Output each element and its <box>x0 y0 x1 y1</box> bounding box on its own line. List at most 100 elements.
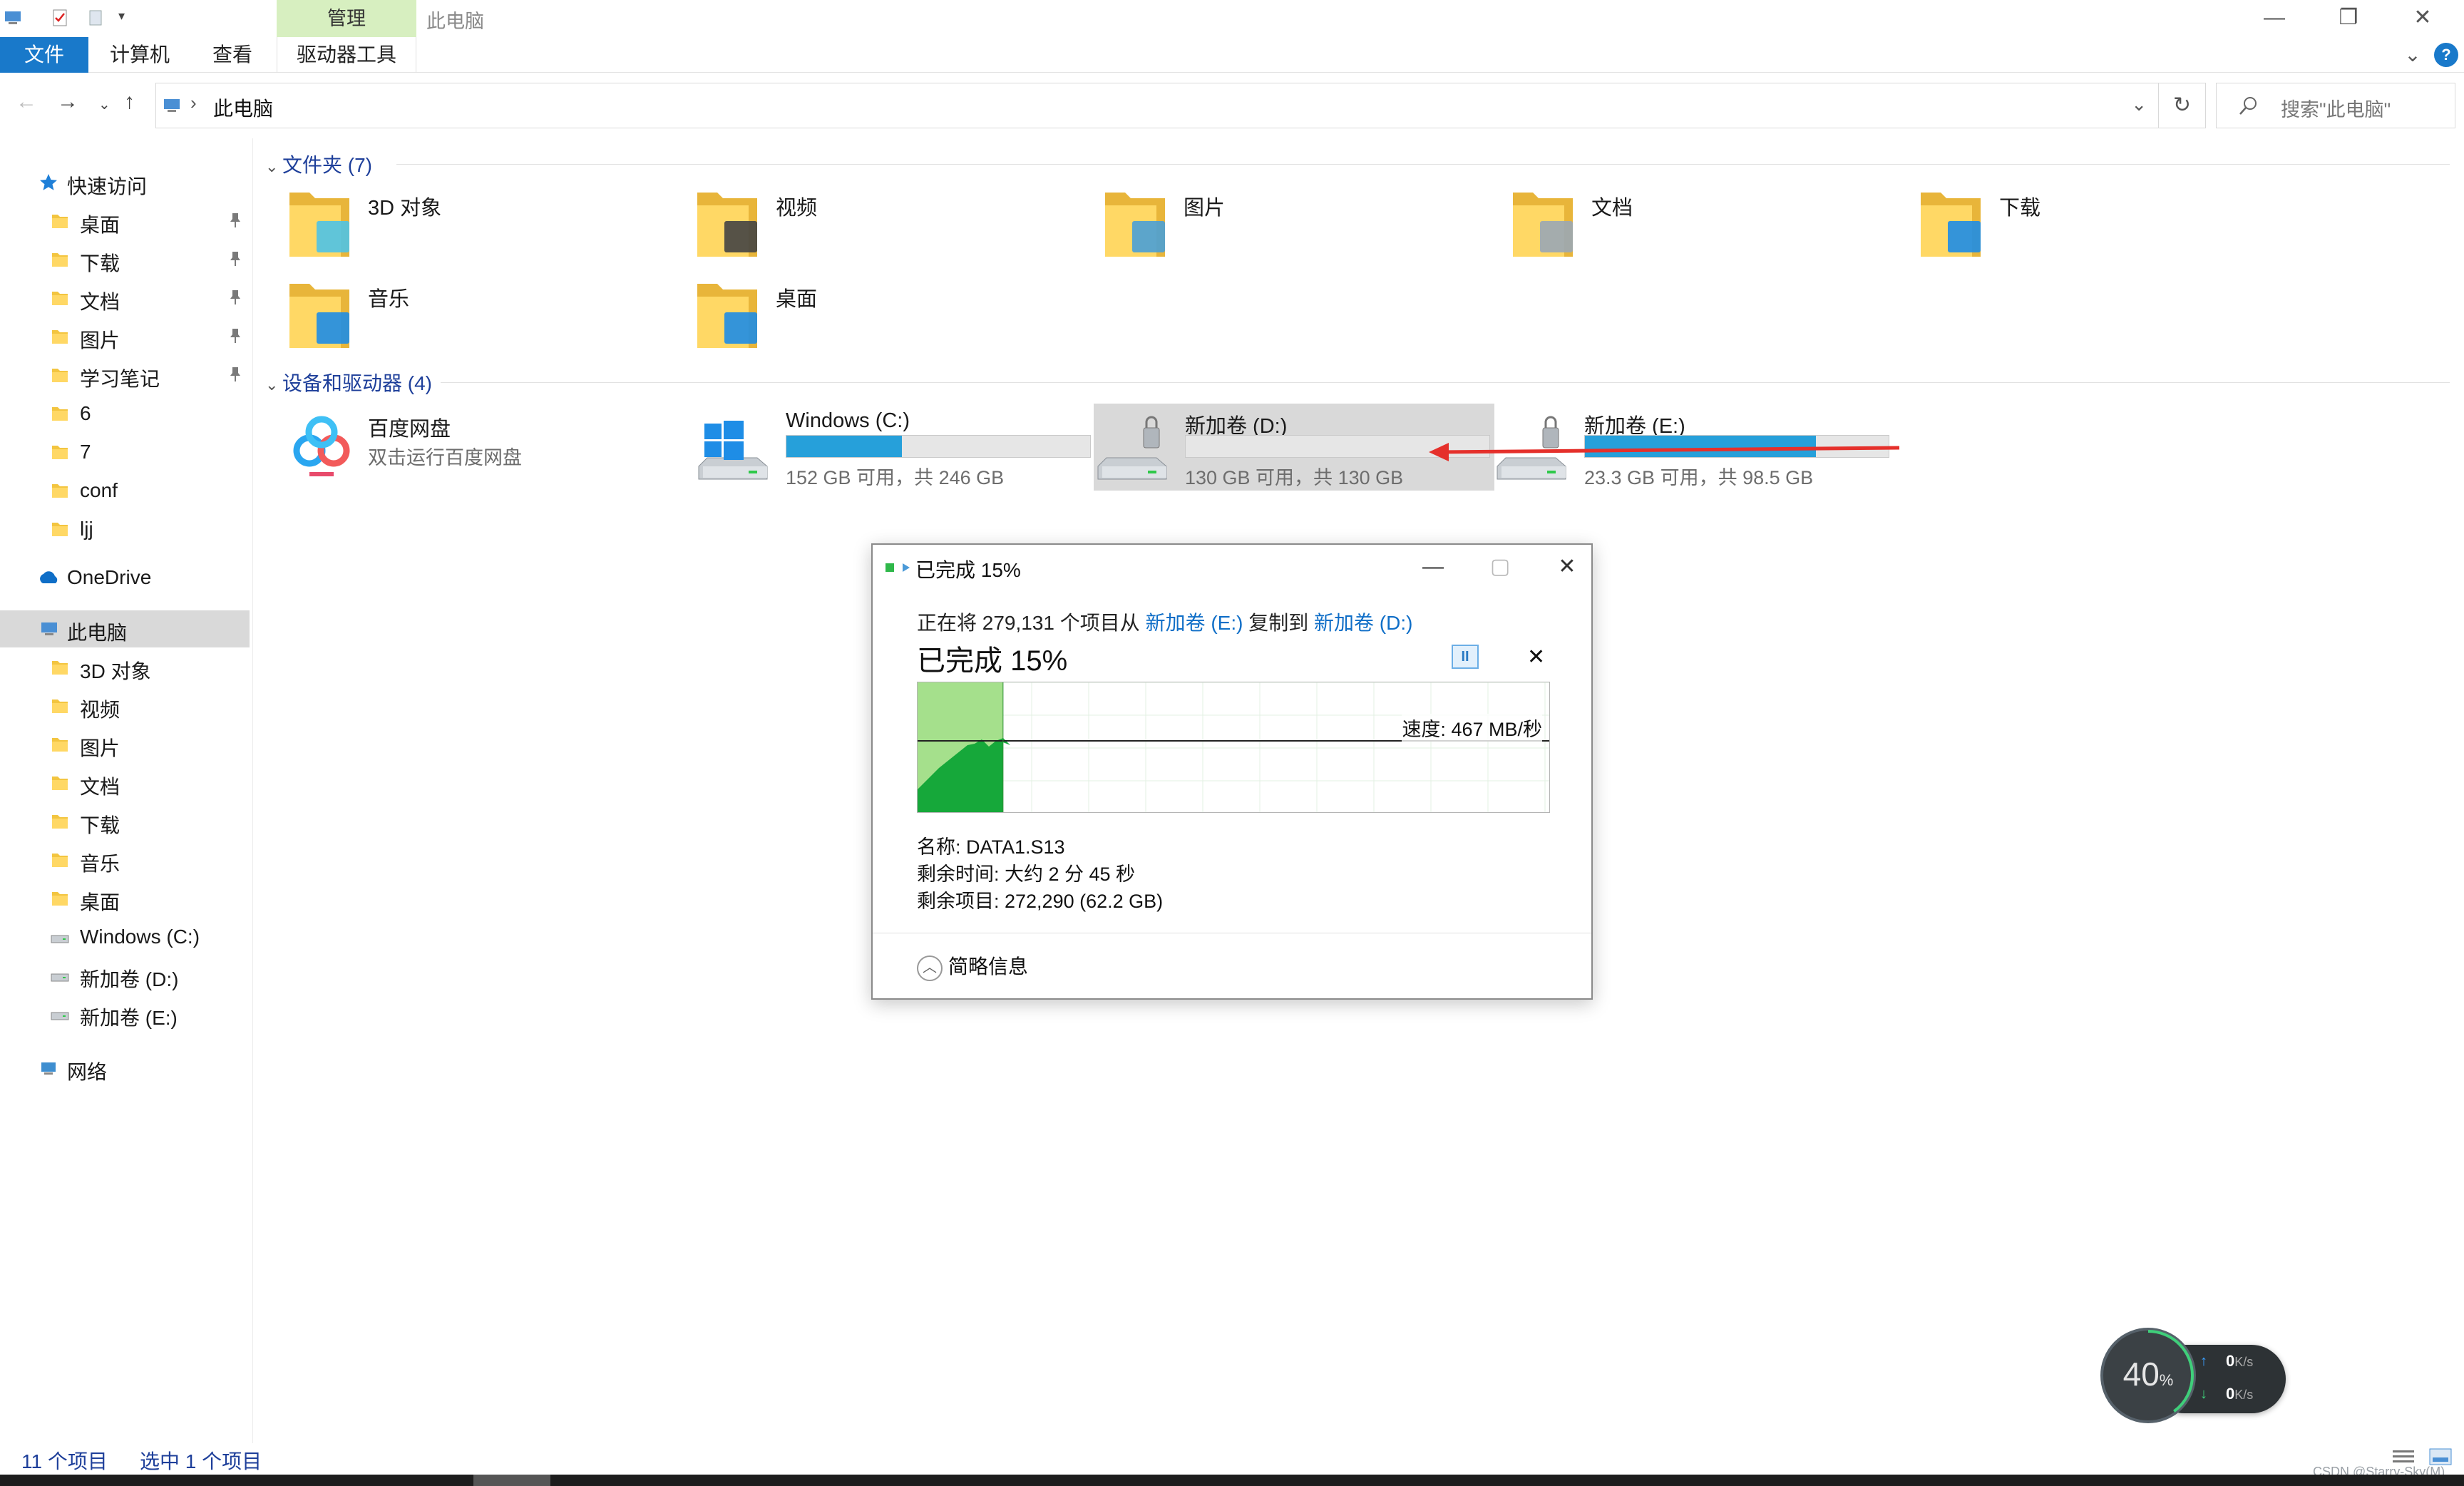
sidebar-item-pc-8[interactable]: 新加卷 (D:) <box>0 957 250 994</box>
folders-group-header[interactable]: ⌄ 文件夹 (7) <box>265 150 372 178</box>
folder-icon <box>52 815 68 829</box>
baidu-netdisk-tile[interactable]: 百度网盘 双击运行百度网盘 <box>278 406 677 492</box>
forward-icon[interactable]: → <box>57 90 78 114</box>
network-monitor-widget[interactable]: 40% ↑ ↓ 0K/s 0K/s <box>2100 1328 2289 1425</box>
folder-icon <box>1513 193 1573 257</box>
folder-icon <box>52 661 68 675</box>
drive-icon <box>1097 416 1167 480</box>
sidebar-item-pc-0[interactable]: 3D 对象 <box>0 649 250 686</box>
pin-icon[interactable] <box>228 327 242 345</box>
properties-icon[interactable] <box>50 7 71 29</box>
tab-file[interactable]: 文件 <box>0 37 88 73</box>
qat-dropdown-icon[interactable]: ▾ <box>118 9 125 24</box>
tab-computer[interactable]: 计算机 <box>103 37 177 73</box>
sidebar-item-pc-2[interactable]: 图片 <box>0 726 250 763</box>
details-view-icon[interactable] <box>2391 1447 2416 1466</box>
folder-icon <box>52 854 68 867</box>
tab-drive-tools[interactable]: 驱动器工具 <box>277 37 416 73</box>
folder-icon <box>289 284 349 348</box>
drive-c-tile[interactable]: Windows (C:) 152 GB 可用，共 246 GB <box>694 404 1095 491</box>
drive-icon <box>51 973 69 982</box>
sidebar-item-pc-3[interactable]: 文档 <box>0 764 250 801</box>
sidebar-item-pc-1[interactable]: 视频 <box>0 687 250 724</box>
sidebar-item-pc-4[interactable]: 下载 <box>0 803 250 840</box>
large-icons-view-icon[interactable] <box>2428 1447 2453 1466</box>
devices-group-header[interactable]: ⌄ 设备和驱动器 (4) <box>265 368 432 396</box>
pin-icon[interactable] <box>228 211 242 230</box>
address-bar[interactable]: › 此电脑 ⌄ <box>155 83 2159 128</box>
sidebar-item-pc-9[interactable]: 新加卷 (E:) <box>0 995 250 1032</box>
title-bar: ▾ 管理 此电脑 — ❐ ✕ <box>0 0 2464 37</box>
sidebar-item-network[interactable]: 网络 <box>0 1050 250 1087</box>
cloud-icon <box>40 571 58 583</box>
tab-view[interactable]: 查看 <box>202 37 262 73</box>
pin-icon[interactable] <box>228 288 242 307</box>
folder-icon <box>52 253 68 267</box>
up-icon[interactable]: ↑ <box>124 90 135 114</box>
network-icon <box>41 1062 56 1075</box>
download-arrow-icon: ↓ <box>2200 1386 2207 1402</box>
close-button[interactable]: ✕ <box>2386 0 2460 37</box>
search-input[interactable]: 搜索"此电脑" <box>2216 83 2455 128</box>
ribbon-collapse-icon[interactable]: ⌄ <box>2398 37 2427 73</box>
refresh-button[interactable]: ↻ <box>2159 83 2206 128</box>
folder-tile-4[interactable]: 下载 <box>1909 185 2309 271</box>
drive-usage-fill <box>786 436 902 457</box>
sidebar-item-quick-3[interactable]: 图片 <box>0 318 250 355</box>
baidu-netdisk-icon <box>293 416 350 476</box>
breadcrumb[interactable]: 此电脑 <box>213 93 273 122</box>
help-icon[interactable]: ? <box>2434 43 2458 67</box>
dialog-title: 已完成 15% <box>915 559 1021 581</box>
dialog-close-button[interactable]: ✕ <box>1546 549 1588 585</box>
destination-link[interactable]: 新加卷 (D:) <box>1314 612 1412 634</box>
search-placeholder: 搜索"此电脑" <box>2281 99 2391 121</box>
source-link[interactable]: 新加卷 (E:) <box>1146 612 1243 634</box>
folder-tile-5[interactable]: 音乐 <box>278 277 677 362</box>
folder-tile-2[interactable]: 图片 <box>1094 185 1493 271</box>
minimize-button[interactable]: — <box>2237 0 2311 37</box>
context-tab-manage[interactable]: 管理 <box>277 0 416 37</box>
folder-tile-1[interactable]: 视频 <box>686 185 1085 271</box>
sidebar-item-quick-access[interactable]: 快速访问 <box>0 164 250 201</box>
dialog-maximize-button: ▢ <box>1489 555 1511 578</box>
folder-tile-3[interactable]: 文档 <box>1502 185 1901 271</box>
folder-icon <box>52 892 68 906</box>
sidebar-item-quick-0[interactable]: 桌面 <box>0 203 250 240</box>
sidebar-item-quick-5[interactable]: 6 <box>0 395 250 432</box>
sidebar-item-quick-7[interactable]: conf <box>0 472 250 509</box>
transfer-speed-graph: 速度: 467 MB/秒 <box>917 682 1550 813</box>
sidebar-item-pc-6[interactable]: 桌面 <box>0 880 250 917</box>
drive-icon <box>51 1012 69 1020</box>
sidebar-item-quick-8[interactable]: ljj <box>0 511 250 548</box>
folder-icon <box>289 193 349 257</box>
breadcrumb-separator-icon[interactable]: › <box>190 92 197 114</box>
folder-tile-0[interactable]: 3D 对象 <box>278 185 677 271</box>
new-folder-icon[interactable] <box>86 7 107 29</box>
sidebar-item-pc-5[interactable]: 音乐 <box>0 841 250 878</box>
address-row: ← → ⌄ ↑ › 此电脑 ⌄ ↻ 搜索"此电脑" <box>0 73 2464 138</box>
stop-button[interactable]: ✕ <box>1527 645 1545 670</box>
back-icon[interactable]: ← <box>16 90 37 114</box>
folder-icon <box>52 292 68 305</box>
computer-icon[interactable] <box>3 7 24 29</box>
pin-icon[interactable] <box>228 250 242 268</box>
chevron-down-icon: ⌄ <box>265 376 279 394</box>
annotation-arrow-icon <box>1429 443 1900 461</box>
pin-icon[interactable] <box>228 365 242 384</box>
address-dropdown-icon[interactable]: ⌄ <box>2131 93 2147 116</box>
dialog-minimize-button[interactable]: — <box>1412 549 1454 585</box>
pause-button[interactable]: II <box>1452 645 1479 669</box>
sidebar-item-pc-7[interactable]: Windows (C:) <box>0 918 250 955</box>
recent-locations-icon[interactable]: ⌄ <box>98 96 111 113</box>
maximize-button[interactable]: ❐ <box>2311 0 2386 37</box>
sidebar-item-quick-1[interactable]: 下载 <box>0 241 250 278</box>
sidebar-item-this-pc[interactable]: 此电脑 <box>0 610 250 647</box>
sidebar-item-onedrive[interactable]: OneDrive <box>0 559 250 596</box>
folder-icon <box>52 369 68 382</box>
sidebar-item-quick-6[interactable]: 7 <box>0 434 250 471</box>
fewer-details-button[interactable]: ︿ 简略信息 <box>917 951 1028 981</box>
sidebar-item-quick-2[interactable]: 文档 <box>0 280 250 317</box>
sidebar-item-quick-4[interactable]: 学习笔记 <box>0 357 250 394</box>
folder-tile-6[interactable]: 桌面 <box>686 277 1085 362</box>
progress-status: 已完成 15% <box>917 645 1068 677</box>
